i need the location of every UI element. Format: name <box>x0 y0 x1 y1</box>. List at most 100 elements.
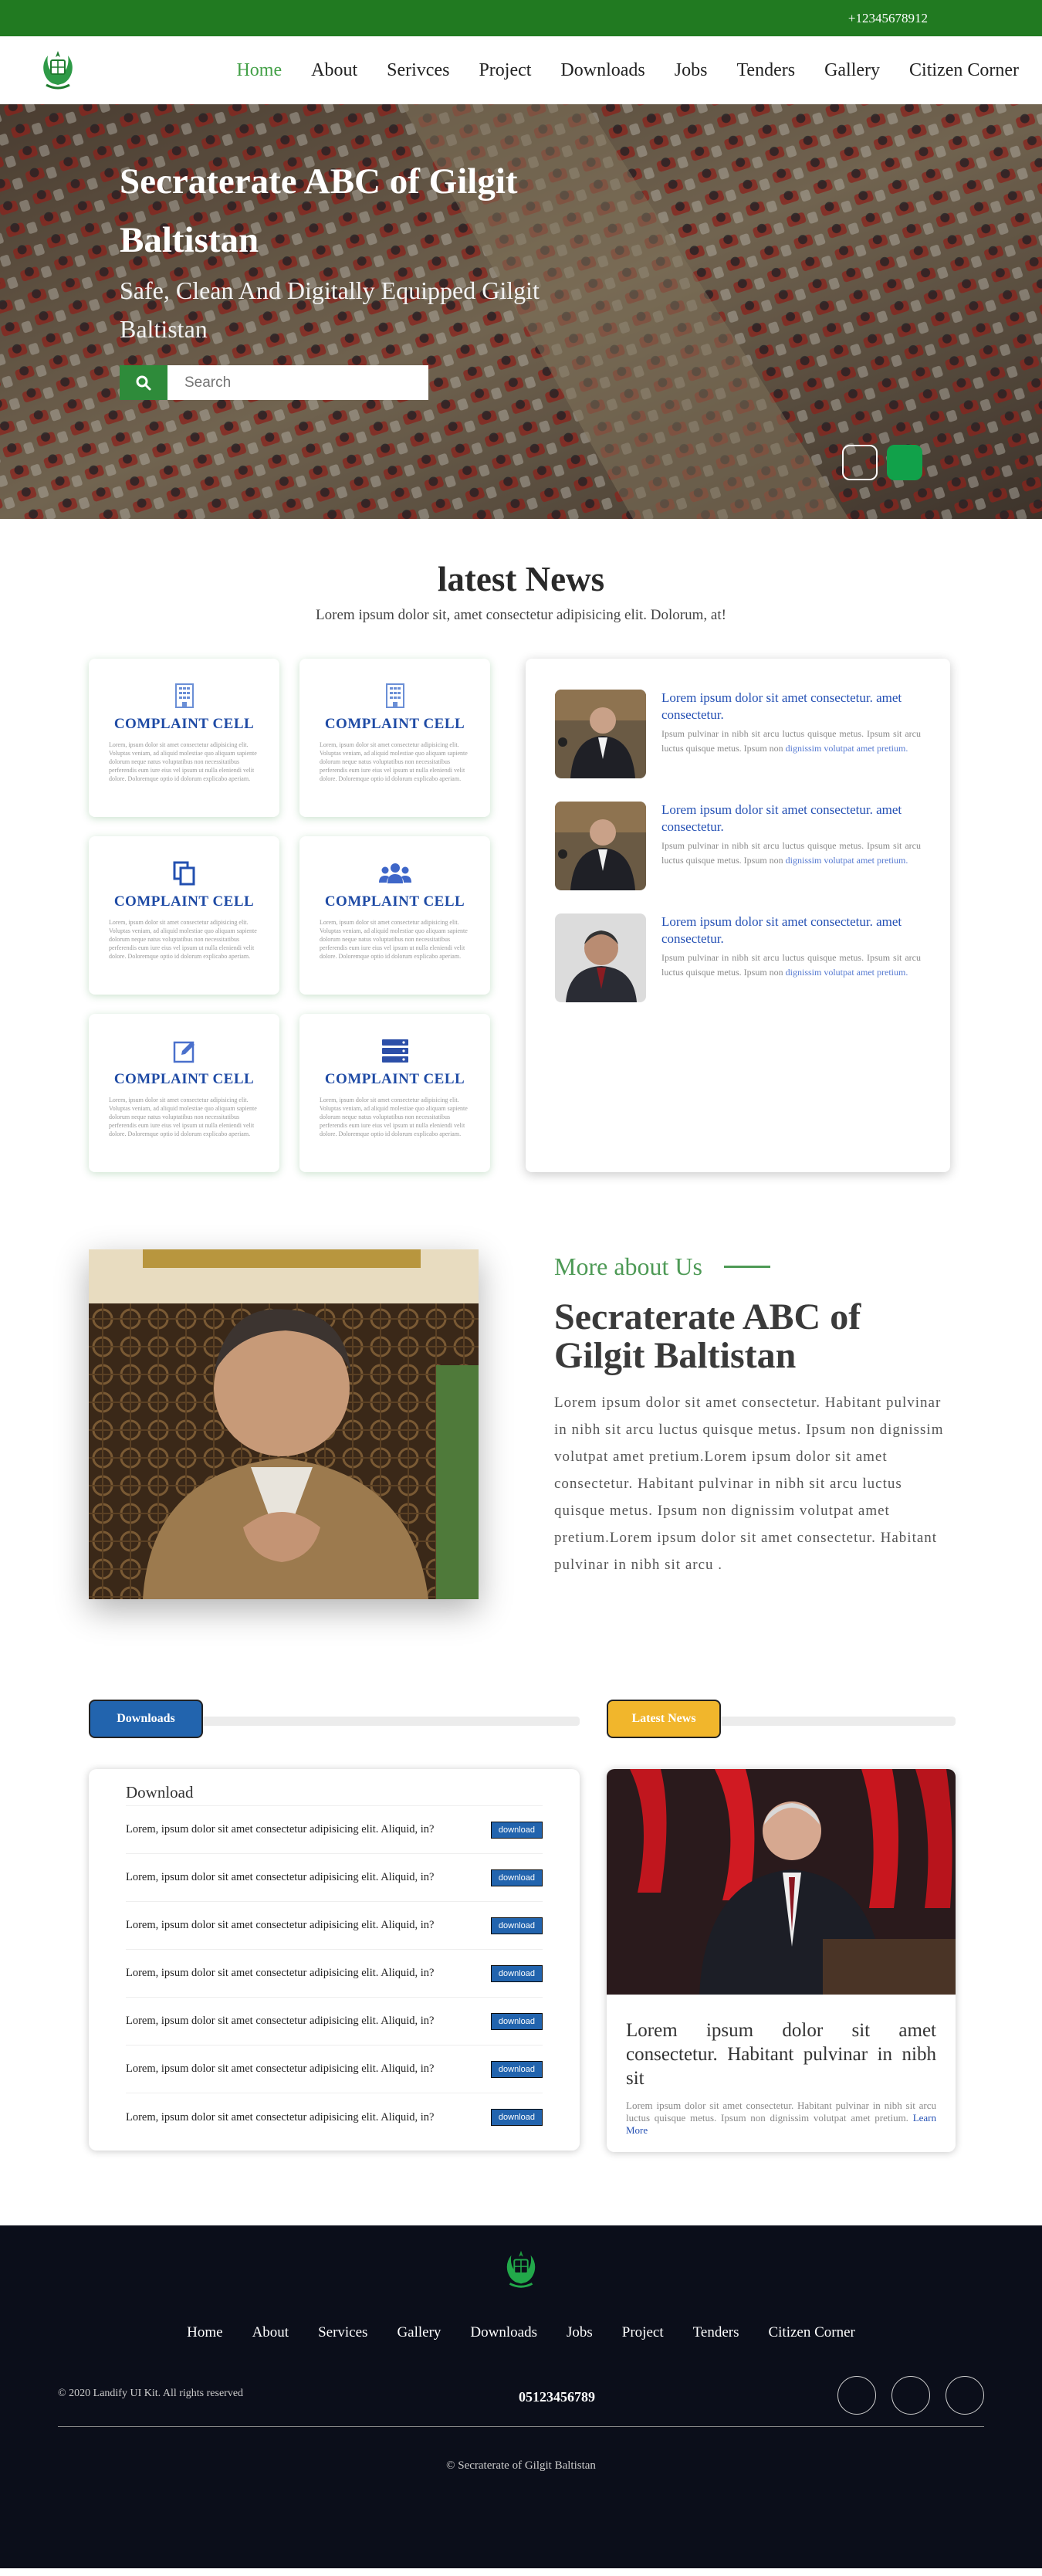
footer-link-tenders[interactable]: Tenders <box>693 2324 739 2341</box>
hero-search <box>120 365 428 400</box>
social-icon-1[interactable] <box>837 2376 876 2415</box>
footer-divider <box>58 2426 984 2427</box>
footer-link-downloads[interactable]: Downloads <box>470 2324 537 2341</box>
complaint-cell[interactable]: COMPLAINT CELL Lorem, ipsum dolor sit am… <box>299 1014 490 1172</box>
footer-link-citizen-corner[interactable]: Citizen Corner <box>768 2324 854 2341</box>
nav-services[interactable]: Serivces <box>387 60 449 81</box>
edit-icon <box>173 1041 195 1063</box>
hero-subtitle: Safe, Clean And Digitally Equipped Gilgi… <box>120 276 540 343</box>
latest-news-body: Lorem ipsum dolor sit amet consectetur. … <box>626 2100 936 2136</box>
download-row: Lorem, ipsum dolor sit amet consectetur … <box>126 2046 543 2093</box>
hero-content: Secraterate ABC of Gilgit Baltistan Safe… <box>120 152 614 400</box>
footer-link-project[interactable]: Project <box>622 2324 664 2341</box>
download-button[interactable]: download <box>490 2012 543 2030</box>
news-headline-link[interactable]: Lorem ipsum dolor sit amet consectetur. … <box>661 802 921 836</box>
cell-text: Lorem, ipsum dolor sit amet consectetur … <box>320 919 468 960</box>
top-bar: +12345678912 <box>0 0 1042 36</box>
news-body: Ipsum pulvinar in nibh sit arcu luctus q… <box>661 728 921 754</box>
footer-link-about[interactable]: About <box>252 2324 289 2341</box>
news-headline-link[interactable]: Lorem ipsum dolor sit amet consectetur. … <box>661 913 921 947</box>
footer-emblem-logo-icon[interactable] <box>498 2245 544 2294</box>
cell-title: COMPLAINT CELL <box>113 716 255 732</box>
about-text: More about Us Secraterate ABC of Gilgit … <box>554 1249 944 1599</box>
news-thumbnail-image[interactable] <box>555 913 646 1002</box>
download-button[interactable]: download <box>490 1821 543 1839</box>
slider-dot-1[interactable] <box>842 445 878 480</box>
latest-news-section: COMPLAINT CELL Lorem, ipsum dolor sit am… <box>89 659 1042 1172</box>
users-icon <box>378 863 411 883</box>
cell-title: COMPLAINT CELL <box>324 716 465 732</box>
nav-tenders[interactable]: Tenders <box>736 60 795 81</box>
nav-downloads[interactable]: Downloads <box>560 60 644 81</box>
news-body: Ipsum pulvinar in nibh sit arcu luctus q… <box>661 840 921 866</box>
cell-text: Lorem, ipsum dolor sit amet consectetur … <box>320 1096 468 1137</box>
slider-dot-2[interactable] <box>887 445 922 480</box>
footer-bottom-text: © Secraterate of Gilgit Baltistan <box>446 2459 596 2472</box>
news-list-panel: Lorem ipsum dolor sit amet consectetur. … <box>526 659 950 1172</box>
download-row: Lorem, ipsum dolor sit amet consectetur … <box>126 1806 543 1854</box>
building-icon <box>174 683 194 708</box>
download-button[interactable]: download <box>490 1964 543 1982</box>
copy-icon <box>173 861 195 886</box>
downloads-list: Download Lorem, ipsum dolor sit amet con… <box>89 1769 580 2151</box>
news-headline-link[interactable]: Lorem ipsum dolor sit amet consectetur. … <box>661 690 921 724</box>
footer-link-jobs[interactable]: Jobs <box>567 2324 593 2341</box>
social-icon-2[interactable] <box>891 2376 930 2415</box>
nav-jobs[interactable]: Jobs <box>675 60 708 81</box>
cell-title: COMPLAINT CELL <box>113 1071 255 1087</box>
cell-title: COMPLAINT CELL <box>113 893 255 910</box>
tab-latest-news[interactable]: Latest News <box>607 1700 721 1738</box>
about-portrait-image <box>89 1249 479 1599</box>
footer-link-home[interactable]: Home <box>187 2324 222 2341</box>
latest-news-title: Lorem ipsum dolor sit amet consectetur. … <box>626 2020 936 2089</box>
latest-news-column: Latest News Lorem ipsum dolor sit amet c… <box>607 1700 956 2152</box>
nav-home[interactable]: Home <box>236 60 282 81</box>
about-body: Lorem ipsum dolor sit amet consectetur. … <box>554 1395 944 1573</box>
latest-tabbar: Latest News <box>607 1700 956 1738</box>
download-row: Lorem, ipsum dolor sit amet consectetur … <box>126 2093 543 2141</box>
download-button[interactable]: download <box>490 1917 543 1934</box>
complaint-cell[interactable]: COMPLAINT CELL Lorem, ipsum dolor sit am… <box>89 836 279 995</box>
cell-text: Lorem, ipsum dolor sit amet consectetur … <box>109 741 257 782</box>
cell-text: Lorem, ipsum dolor sit amet consectetur … <box>320 741 468 782</box>
news-thumbnail-image[interactable] <box>555 802 646 890</box>
complaint-cells-grid: COMPLAINT CELL Lorem, ipsum dolor sit am… <box>89 659 490 1172</box>
downloads-tabbar: Downloads <box>89 1700 580 1738</box>
slider-controls <box>842 445 922 480</box>
social-icon-3[interactable] <box>946 2376 984 2415</box>
footer-link-services[interactable]: Services <box>318 2324 367 2341</box>
downloads-section: Downloads Download Lorem, ipsum dolor si… <box>89 1700 1042 2152</box>
download-button[interactable]: download <box>490 2109 543 2126</box>
footer: Home About Services Gallery Downloads Jo… <box>0 2225 1042 2568</box>
about-section: More about Us Secraterate ABC of Gilgit … <box>89 1249 1042 1599</box>
tab-downloads[interactable]: Downloads <box>89 1700 203 1738</box>
download-button[interactable]: download <box>490 2060 543 2078</box>
cell-text: Lorem, ipsum dolor sit amet consectetur … <box>109 1096 257 1137</box>
search-input[interactable] <box>167 365 428 400</box>
footer-phone[interactable]: 05123456789 <box>519 2389 595 2405</box>
nav-gallery[interactable]: Gallery <box>824 60 880 81</box>
nav-citizen-corner[interactable]: Citizen Corner <box>909 60 1019 81</box>
news-item: Lorem ipsum dolor sit amet consectetur. … <box>555 913 921 1002</box>
footer-link-gallery[interactable]: Gallery <box>397 2324 441 2341</box>
download-row: Lorem, ipsum dolor sit amet consectetur … <box>126 1854 543 1902</box>
download-button[interactable]: download <box>490 1869 543 1886</box>
news-thumbnail-image[interactable] <box>555 690 646 778</box>
latest-news-header: latest News Lorem ipsum dolor sit, amet … <box>0 559 1042 624</box>
nav-about[interactable]: About <box>311 60 357 81</box>
footer-copyright: © 2020 Landify UI Kit. All rights reserv… <box>58 2388 244 2399</box>
topbar-phone[interactable]: +12345678912 <box>848 11 928 26</box>
complaint-cell[interactable]: COMPLAINT CELL Lorem, ipsum dolor sit am… <box>299 836 490 995</box>
server-icon <box>381 1039 408 1063</box>
complaint-cell[interactable]: COMPLAINT CELL Lorem, ipsum dolor sit am… <box>299 659 490 817</box>
emblem-logo-icon[interactable] <box>34 46 82 94</box>
search-button[interactable] <box>120 365 167 400</box>
downloads-heading: Download <box>126 1783 543 1806</box>
nav-project[interactable]: Project <box>479 60 531 81</box>
cell-title: COMPLAINT CELL <box>324 1071 465 1087</box>
latest-news-image[interactable] <box>607 1769 956 1995</box>
complaint-cell[interactable]: COMPLAINT CELL Lorem, ipsum dolor sit am… <box>89 1014 279 1172</box>
news-body: Ipsum pulvinar in nibh sit arcu luctus q… <box>661 952 921 978</box>
complaint-cell[interactable]: COMPLAINT CELL Lorem, ipsum dolor sit am… <box>89 659 279 817</box>
download-row: Lorem, ipsum dolor sit amet consectetur … <box>126 1998 543 2046</box>
